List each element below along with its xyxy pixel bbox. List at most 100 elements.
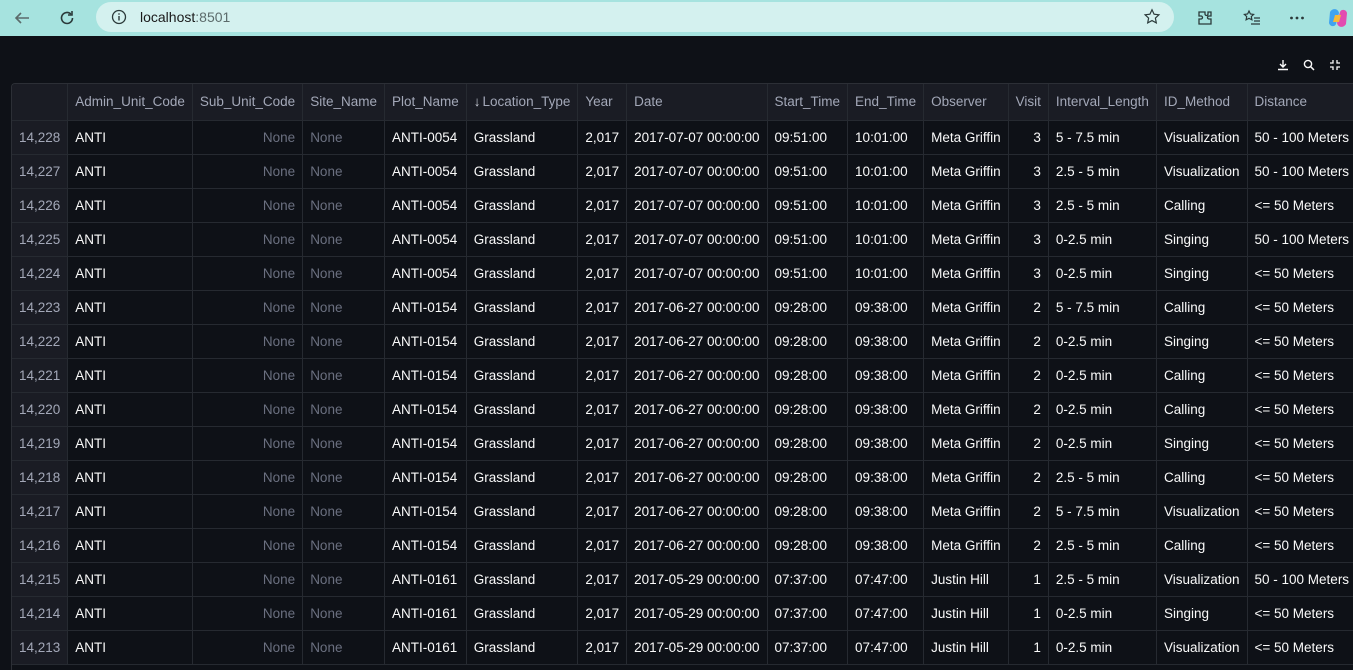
download-icon[interactable] bbox=[1273, 55, 1293, 75]
more-options-icon[interactable] bbox=[1283, 4, 1311, 32]
table-cell[interactable]: 10:01:00 bbox=[847, 154, 925, 189]
table-cell[interactable]: Meta Griffin bbox=[923, 290, 1009, 325]
table-cell[interactable]: 09:28:00 bbox=[767, 324, 849, 359]
table-cell[interactable]: 2,017 bbox=[577, 528, 628, 563]
table-cell[interactable]: <= 50 Meters bbox=[1247, 460, 1353, 495]
table-cell[interactable]: None bbox=[192, 460, 304, 495]
table-cell[interactable]: <= 50 Meters bbox=[1247, 188, 1353, 223]
table-cell[interactable]: None bbox=[192, 426, 304, 461]
row-index-cell[interactable]: 14,224 bbox=[12, 256, 69, 291]
table-cell[interactable]: None bbox=[302, 528, 385, 563]
table-cell[interactable]: None bbox=[302, 120, 385, 155]
table-cell[interactable]: 09:38:00 bbox=[847, 392, 925, 427]
row-index-cell[interactable]: 14,221 bbox=[12, 358, 69, 393]
table-cell[interactable]: 2,017 bbox=[577, 460, 628, 495]
table-cell[interactable]: Singing bbox=[1156, 256, 1248, 291]
table-cell[interactable]: ANTI-0154 bbox=[384, 426, 467, 461]
table-row[interactable]: 14,223 ANTI None None ANTI-0154 Grassland 2,01… bbox=[12, 290, 1353, 325]
column-header[interactable]: Sub_Unit_Code bbox=[192, 84, 304, 121]
table-cell[interactable]: <= 50 Meters bbox=[1247, 494, 1353, 529]
table-cell[interactable]: ANTI bbox=[67, 528, 193, 563]
table-cell[interactable]: 1 bbox=[1008, 562, 1049, 597]
table-cell[interactable]: ANTI bbox=[67, 188, 193, 223]
table-cell[interactable]: 2 bbox=[1008, 494, 1049, 529]
row-index-cell[interactable]: 14,215 bbox=[12, 562, 69, 597]
table-cell[interactable]: Grassland bbox=[466, 460, 579, 495]
row-index-cell[interactable]: 14,220 bbox=[12, 392, 69, 427]
table-cell[interactable]: None bbox=[192, 324, 304, 359]
table-cell[interactable]: Visualization bbox=[1156, 630, 1248, 665]
table-cell[interactable]: 0-2.5 min bbox=[1048, 426, 1157, 461]
table-cell[interactable]: ANTI-0154 bbox=[384, 392, 467, 427]
table-cell[interactable]: Grassland bbox=[466, 494, 579, 529]
table-cell[interactable]: ANTI-0154 bbox=[384, 460, 467, 495]
table-cell[interactable]: 2,017 bbox=[577, 562, 628, 597]
column-header[interactable]: Plot_Name bbox=[384, 84, 467, 121]
table-cell[interactable]: ANTI-0161 bbox=[384, 562, 467, 597]
table-cell[interactable]: 09:38:00 bbox=[847, 358, 925, 393]
table-row[interactable]: 14,217 ANTI None None ANTI-0154 Grassland 2,01… bbox=[12, 494, 1353, 529]
table-cell[interactable]: None bbox=[302, 290, 385, 325]
table-cell[interactable]: 09:28:00 bbox=[767, 426, 849, 461]
row-index-cell[interactable]: 14,222 bbox=[12, 324, 69, 359]
table-cell[interactable]: 2,017 bbox=[577, 256, 628, 291]
table-cell[interactable]: ANTI bbox=[67, 596, 193, 631]
table-cell[interactable]: Calling bbox=[1156, 392, 1248, 427]
table-cell[interactable]: 10:01:00 bbox=[847, 256, 925, 291]
table-cell[interactable]: 09:28:00 bbox=[767, 392, 849, 427]
table-cell[interactable]: Grassland bbox=[466, 562, 579, 597]
table-cell[interactable]: 2017-05-29 00:00:00 bbox=[626, 596, 768, 631]
table-cell[interactable]: ANTI-0154 bbox=[384, 494, 467, 529]
table-cell[interactable]: 2,017 bbox=[577, 358, 628, 393]
table-cell[interactable]: 2.5 - 5 min bbox=[1048, 460, 1157, 495]
table-cell[interactable]: Meta Griffin bbox=[923, 392, 1009, 427]
table-cell[interactable]: 50 - 100 Meters bbox=[1247, 222, 1353, 257]
table-cell[interactable]: 09:51:00 bbox=[767, 256, 849, 291]
table-cell[interactable]: Grassland bbox=[466, 290, 579, 325]
table-cell[interactable]: 2017-07-07 00:00:00 bbox=[626, 154, 768, 189]
column-header[interactable]: End_Time bbox=[847, 84, 925, 121]
table-cell[interactable]: Meta Griffin bbox=[923, 494, 1009, 529]
column-header[interactable]: Observer bbox=[923, 84, 1009, 121]
table-cell[interactable]: 0-2.5 min bbox=[1048, 222, 1157, 257]
table-cell[interactable]: 07:37:00 bbox=[767, 630, 849, 665]
table-cell[interactable]: 2,017 bbox=[577, 120, 628, 155]
extensions-icon[interactable] bbox=[1191, 4, 1219, 32]
table-cell[interactable]: 50 - 100 Meters bbox=[1247, 120, 1353, 155]
table-cell[interactable]: None bbox=[302, 460, 385, 495]
table-cell[interactable]: Meta Griffin bbox=[923, 460, 1009, 495]
table-cell[interactable]: Calling bbox=[1156, 460, 1248, 495]
table-cell[interactable]: 09:51:00 bbox=[767, 120, 849, 155]
table-row[interactable]: 14,218 ANTI None None ANTI-0154 Grassland 2,01… bbox=[12, 460, 1353, 495]
table-cell[interactable]: 07:37:00 bbox=[767, 562, 849, 597]
table-cell[interactable]: 09:51:00 bbox=[767, 222, 849, 257]
table-cell[interactable]: 2.5 - 5 min bbox=[1048, 562, 1157, 597]
table-cell[interactable]: Calling bbox=[1156, 290, 1248, 325]
table-cell[interactable]: 2.5 - 5 min bbox=[1048, 528, 1157, 563]
table-cell[interactable]: None bbox=[302, 392, 385, 427]
table-cell[interactable]: ANTI bbox=[67, 222, 193, 257]
table-cell[interactable]: Grassland bbox=[466, 222, 579, 257]
row-index-cell[interactable]: 14,217 bbox=[12, 494, 69, 529]
table-cell[interactable]: 2017-05-29 00:00:00 bbox=[626, 630, 768, 665]
table-cell[interactable]: Grassland bbox=[466, 358, 579, 393]
table-cell[interactable]: None bbox=[192, 120, 304, 155]
table-cell[interactable]: 09:38:00 bbox=[847, 290, 925, 325]
table-cell[interactable]: ANTI-0054 bbox=[384, 120, 467, 155]
table-cell[interactable]: 07:47:00 bbox=[847, 596, 925, 631]
address-bar[interactable]: localhost:8501 bbox=[96, 2, 1174, 32]
table-cell[interactable]: 2,017 bbox=[577, 188, 628, 223]
row-index-cell[interactable]: 14,213 bbox=[12, 630, 69, 665]
table-cell[interactable]: ANTI-0154 bbox=[384, 358, 467, 393]
table-cell[interactable]: Grassland bbox=[466, 392, 579, 427]
table-cell[interactable]: 3 bbox=[1008, 188, 1049, 223]
table-row[interactable]: 14,215 ANTI None None ANTI-0161 Grassland 2,01… bbox=[12, 562, 1353, 597]
table-cell[interactable]: ANTI bbox=[67, 290, 193, 325]
row-index-cell[interactable]: 14,225 bbox=[12, 222, 69, 257]
table-cell[interactable]: Grassland bbox=[466, 154, 579, 189]
table-cell[interactable]: <= 50 Meters bbox=[1247, 358, 1353, 393]
table-cell[interactable]: None bbox=[192, 154, 304, 189]
table-cell[interactable]: 2017-07-07 00:00:00 bbox=[626, 256, 768, 291]
table-cell[interactable]: 09:28:00 bbox=[767, 358, 849, 393]
table-cell[interactable]: 10:01:00 bbox=[847, 222, 925, 257]
